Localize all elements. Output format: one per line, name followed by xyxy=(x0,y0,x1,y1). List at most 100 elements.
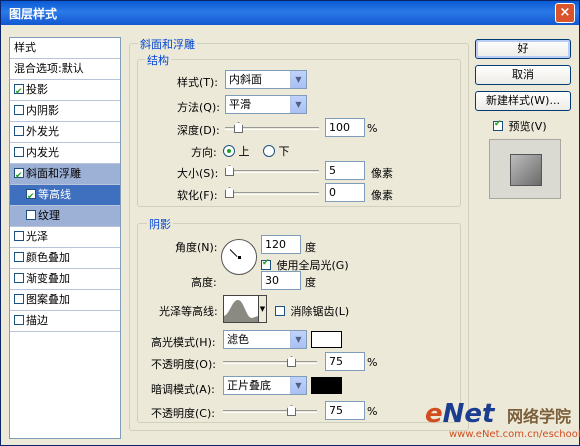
chevron-down-icon: ▼ xyxy=(290,331,306,348)
checkbox-checked-icon[interactable] xyxy=(14,166,24,186)
direction-down-radio[interactable]: 下 xyxy=(263,143,290,159)
title-bar[interactable]: 图层样式 × xyxy=(1,1,579,25)
styles-list-item-label: 图案叠加 xyxy=(26,293,70,306)
antialias-checkbox[interactable]: 消除锯齿(L) xyxy=(275,303,349,319)
highlight-opacity-label: 不透明度(O): xyxy=(151,358,216,371)
style-preview xyxy=(489,139,561,199)
highlight-opacity-slider[interactable] xyxy=(223,361,317,364)
styles-list-item[interactable]: 纹理 xyxy=(10,206,120,227)
styles-list-item-label: 纹理 xyxy=(38,209,60,222)
gloss-contour-label: 光泽等高线: xyxy=(159,305,218,318)
checkbox-unchecked-icon[interactable] xyxy=(14,315,24,325)
styles-list-item-label: 混合选项:默认 xyxy=(14,62,84,75)
styles-header: 样式 xyxy=(10,38,120,59)
structure-title: 结构 xyxy=(145,52,171,68)
preview-checkbox[interactable]: 预览(V) xyxy=(493,118,547,134)
layer-style-dialog: 图层样式 × 样式 混合选项:默认投影内阴影外发光内发光斜面和浮雕等高线纹理光泽… xyxy=(0,0,580,446)
chevron-down-icon: ▼ xyxy=(290,377,306,394)
styles-list-item[interactable]: 光泽 xyxy=(10,227,120,248)
styles-list-item-label: 投影 xyxy=(26,83,48,96)
technique-select[interactable]: 平滑 ▼ xyxy=(225,95,307,114)
highlight-mode-value: 滤色 xyxy=(227,333,249,346)
soften-slider[interactable] xyxy=(225,192,319,195)
shadow-opacity-label: 不透明度(C): xyxy=(151,407,215,420)
styles-list-item-label: 颜色叠加 xyxy=(26,251,70,264)
ok-button[interactable]: 好 xyxy=(475,39,571,59)
angle-indicator xyxy=(229,249,238,257)
angle-input[interactable]: 120 xyxy=(261,235,301,254)
shadow-color-swatch[interactable] xyxy=(311,377,342,394)
styles-list-item-label: 等高线 xyxy=(38,188,71,201)
size-slider[interactable] xyxy=(225,170,319,173)
checkbox-unchecked-icon[interactable] xyxy=(14,126,24,136)
angle-label: 角度(N): xyxy=(175,241,218,254)
contour-curve-icon xyxy=(224,300,258,322)
size-input[interactable]: 5 xyxy=(325,161,365,180)
styles-list-item[interactable]: 内阴影 xyxy=(10,101,120,122)
depth-label: 深度(D): xyxy=(177,124,220,137)
highlight-opacity-input[interactable]: 75 xyxy=(325,352,365,371)
altitude-label: 高度: xyxy=(191,276,217,289)
depth-unit: % xyxy=(367,122,378,135)
shadow-opacity-unit: % xyxy=(367,405,378,418)
checkbox-checked-icon xyxy=(261,258,271,270)
highlight-color-swatch[interactable] xyxy=(311,331,342,348)
contour-dropdown-button[interactable]: ▼ xyxy=(259,295,267,323)
gloss-contour-picker[interactable] xyxy=(223,295,259,323)
styles-list-item[interactable]: 图案叠加 xyxy=(10,290,120,311)
direction-up-radio[interactable]: 上 xyxy=(223,143,250,159)
styles-list-item[interactable]: 内发光 xyxy=(10,143,120,164)
radio-selected-icon xyxy=(223,145,235,157)
checkbox-unchecked-icon[interactable] xyxy=(26,210,36,220)
style-select[interactable]: 内斜面 ▼ xyxy=(225,70,307,89)
technique-label: 方法(Q): xyxy=(177,101,220,114)
checkbox-checked-icon[interactable] xyxy=(14,82,24,102)
style-label: 样式(T): xyxy=(177,76,219,89)
shadow-opacity-slider[interactable] xyxy=(223,410,317,413)
cancel-button[interactable]: 取消 xyxy=(475,65,571,85)
direction-label: 方向: xyxy=(191,146,217,159)
size-unit: 像素 xyxy=(371,167,393,180)
radio-unselected-icon xyxy=(263,145,275,157)
highlight-mode-select[interactable]: 滤色 ▼ xyxy=(223,330,307,349)
highlight-mode-label: 高光模式(H): xyxy=(151,336,216,349)
checkbox-unchecked-icon[interactable] xyxy=(14,252,24,262)
styles-list-item[interactable]: 等高线 xyxy=(10,185,120,207)
depth-input[interactable]: 100 xyxy=(325,118,365,137)
styles-list-item-label: 斜面和浮雕 xyxy=(26,167,81,180)
styles-list-item[interactable]: 投影 xyxy=(10,80,120,102)
checkbox-unchecked-icon[interactable] xyxy=(14,273,24,283)
antialias-label: 消除锯齿(L) xyxy=(290,305,350,318)
altitude-input[interactable]: 30 xyxy=(261,271,301,290)
checkbox-checked-icon[interactable] xyxy=(26,187,36,207)
angle-dial[interactable] xyxy=(221,239,257,275)
styles-list-item-label: 描边 xyxy=(26,314,48,327)
angle-center xyxy=(238,256,241,259)
checkbox-unchecked-icon[interactable] xyxy=(14,294,24,304)
technique-select-value: 平滑 xyxy=(229,98,251,111)
styles-list-item[interactable]: 混合选项:默认 xyxy=(10,59,120,80)
styles-list-item[interactable]: 颜色叠加 xyxy=(10,248,120,269)
styles-list-item[interactable]: 渐变叠加 xyxy=(10,269,120,290)
preview-label: 预览(V) xyxy=(508,120,547,133)
new-style-button[interactable]: 新建样式(W)... xyxy=(475,91,571,111)
styles-list-item-label: 光泽 xyxy=(26,230,48,243)
shadow-mode-value: 正片叠底 xyxy=(227,379,271,392)
shadow-opacity-input[interactable]: 75 xyxy=(325,401,365,420)
soften-input[interactable]: 0 xyxy=(325,183,365,202)
checkbox-unchecked-icon[interactable] xyxy=(14,105,24,115)
close-button[interactable]: × xyxy=(555,3,575,23)
styles-list-item[interactable]: 斜面和浮雕 xyxy=(10,164,120,186)
checkbox-unchecked-icon[interactable] xyxy=(14,231,24,241)
shadow-mode-select[interactable]: 正片叠底 ▼ xyxy=(223,376,307,395)
dialog-title: 图层样式 xyxy=(9,7,58,21)
chevron-down-icon: ▼ xyxy=(290,96,306,113)
styles-list-item[interactable]: 外发光 xyxy=(10,122,120,143)
styles-list: 样式 混合选项:默认投影内阴影外发光内发光斜面和浮雕等高线纹理光泽颜色叠加渐变叠… xyxy=(9,37,121,439)
styles-list-item[interactable]: 描边 xyxy=(10,311,120,332)
soften-unit: 像素 xyxy=(371,189,393,202)
checkbox-unchecked-icon[interactable] xyxy=(14,147,24,157)
preview-swatch xyxy=(510,154,542,186)
styles-list-item-label: 内发光 xyxy=(26,146,59,159)
bevel-emboss-title: 斜面和浮雕 xyxy=(138,36,197,52)
